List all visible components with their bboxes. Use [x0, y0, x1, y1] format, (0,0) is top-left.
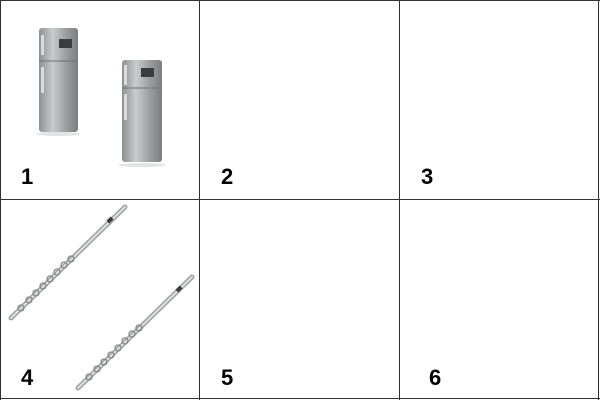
image-grid: 1 2 3 4 5 6 — [0, 0, 600, 400]
cell-number: 4 — [21, 365, 34, 390]
flute-icon — [75, 274, 195, 391]
cell-number: 3 — [421, 164, 434, 189]
refrigerator-icon — [36, 28, 80, 136]
cell-number: 6 — [429, 365, 442, 390]
grid-cell-4[interactable]: 4 — [1, 201, 199, 399]
grid-cell-5[interactable]: 5 — [201, 201, 399, 399]
grid-cell-6[interactable]: 6 — [401, 201, 599, 399]
grid-cell-3[interactable]: 3 — [401, 1, 599, 199]
cell-number: 5 — [221, 365, 234, 390]
grid-divider-vertical-2 — [399, 0, 400, 400]
grid-divider-horizontal — [0, 199, 600, 200]
refrigerator-icon — [118, 60, 166, 167]
grid-cell-2[interactable]: 2 — [201, 1, 399, 199]
cell-number: 1 — [21, 164, 34, 189]
grid-cell-1[interactable]: 1 — [1, 1, 199, 199]
cell-number: 2 — [221, 164, 234, 189]
grid-divider-vertical-1 — [199, 0, 200, 400]
flute-icon — [8, 204, 128, 321]
